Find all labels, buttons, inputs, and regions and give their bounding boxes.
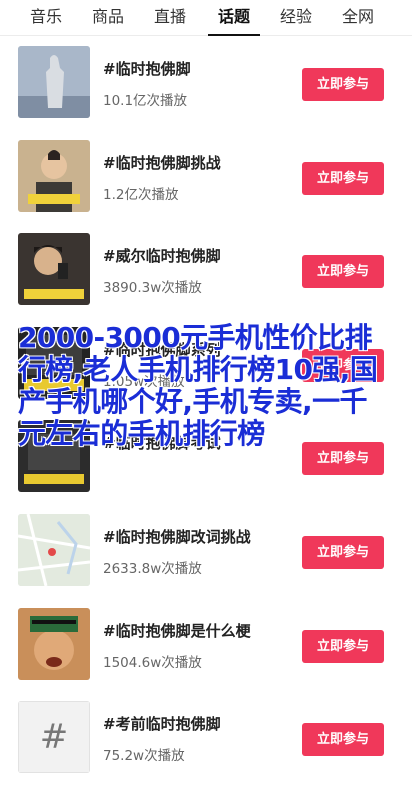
topic-title: #临时抱佛脚挑战	[103, 153, 221, 172]
topic-title: #临时抱佛脚	[103, 60, 191, 78]
tab-live[interactable]: 直播	[146, 0, 194, 36]
tab-products[interactable]: 商品	[84, 0, 132, 36]
play-count: 2633.8w次播放	[103, 560, 202, 577]
join-button[interactable]: 立即参与	[302, 161, 384, 195]
topic-thumbnail-singer	[18, 233, 90, 306]
join-button[interactable]: 立即参与	[302, 255, 384, 289]
tab-experience[interactable]: 经验	[272, 0, 320, 36]
topic-row[interactable]: #临时抱佛脚 10.1亿次播放 立即参与	[0, 36, 412, 130]
watermark-overlay-text: 2000-3000元手机性价比排行榜,老人手机排行榜10强,国产手机哪个好,手机…	[18, 321, 378, 450]
topic-row[interactable]: #临时抱佛脚改词挑战 2633.8w次播放 立即参与	[0, 504, 412, 598]
join-button[interactable]: 立即参与	[302, 535, 384, 569]
join-button[interactable]: 立即参与	[302, 68, 384, 101]
tab-all-web[interactable]: 全网	[334, 0, 382, 36]
tab-topics[interactable]: 话题	[208, 0, 260, 36]
topic-row[interactable]: #临时抱佛脚挑战 1.2亿次播放 立即参与	[0, 130, 412, 224]
join-button[interactable]: 立即参与	[302, 629, 384, 663]
topic-title: #考前临时抱佛脚	[103, 715, 221, 734]
topic-row[interactable]: # #考前临时抱佛脚 75.2w次播放 立即参与	[0, 691, 412, 785]
tab-music[interactable]: 音乐	[22, 0, 70, 36]
topic-thumbnail-hash: #	[18, 701, 90, 774]
play-count: 1504.6w次播放	[103, 654, 202, 671]
top-tab-bar: 音乐 商品 直播 话题 经验 全网	[0, 0, 412, 36]
topic-thumbnail-person	[18, 139, 90, 212]
join-button[interactable]: 立即参与	[302, 723, 384, 757]
topic-title: #临时抱佛脚改词挑战	[103, 527, 251, 546]
topic-thumbnail-statue	[18, 46, 90, 118]
play-count: 3890.3w次播放	[103, 280, 202, 297]
topic-row[interactable]: #临时抱佛脚是什么梗 1504.6w次播放 立即参与	[0, 598, 412, 692]
play-count: 10.1亿次播放	[103, 93, 188, 109]
topic-thumbnail-map	[18, 513, 90, 586]
play-count: 1.2亿次播放	[103, 186, 179, 203]
topic-title: #临时抱佛脚是什么梗	[103, 621, 251, 640]
topic-thumbnail-face	[18, 607, 90, 680]
topic-row[interactable]: #威尔临时抱佛脚 3890.3w次播放 立即参与	[0, 223, 412, 317]
hash-icon: #	[18, 701, 90, 774]
topic-title: #威尔临时抱佛脚	[103, 247, 221, 266]
play-count: 75.2w次播放	[103, 748, 185, 765]
